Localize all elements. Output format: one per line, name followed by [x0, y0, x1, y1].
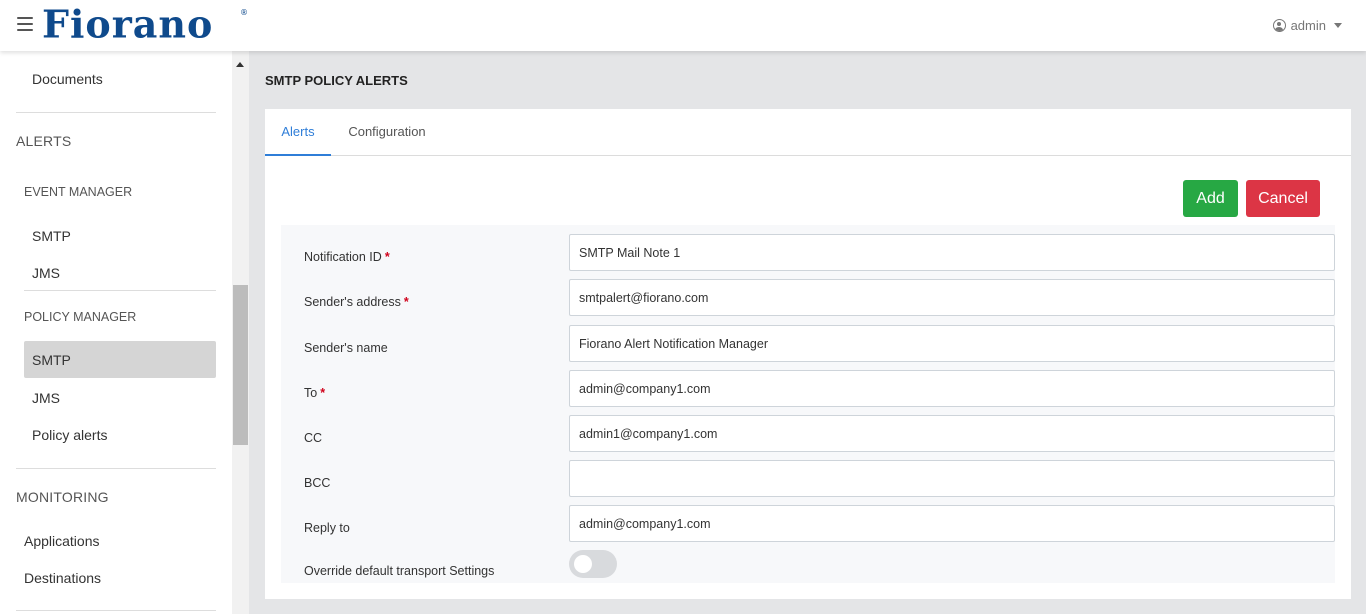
hamburger-menu-icon[interactable]: [17, 17, 33, 31]
sidebar-item-policy-smtp[interactable]: SMTP: [32, 352, 71, 368]
sidebar-item-event-smtp[interactable]: SMTP: [32, 228, 71, 244]
sender-address-input[interactable]: [569, 279, 1335, 316]
sidebar-item-policy-jms[interactable]: JMS: [32, 390, 60, 406]
required-marker: *: [384, 250, 390, 264]
bcc-label: BCC: [304, 476, 331, 490]
sender-name-input[interactable]: [569, 325, 1335, 362]
reply-to-label: Reply to: [304, 521, 350, 535]
sidebar-divider: [24, 290, 216, 291]
tab-configuration[interactable]: Configuration: [331, 109, 443, 156]
alerts-card: Alerts Configuration Add Cancel Notifica…: [265, 109, 1351, 599]
required-marker: *: [320, 386, 326, 400]
scrollbar-thumb[interactable]: [233, 285, 248, 445]
sidebar-item-policy-alerts[interactable]: Policy alerts: [32, 427, 107, 443]
cc-input[interactable]: [569, 415, 1335, 452]
bcc-input[interactable]: [569, 460, 1335, 497]
to-label: To *: [304, 386, 326, 400]
sidebar: Documents ALERTS EVENT MANAGER SMTP JMS …: [0, 51, 232, 614]
scroll-up-arrow-icon[interactable]: [236, 62, 244, 67]
sender-name-label: Sender's name: [304, 341, 388, 355]
sidebar-item-destinations[interactable]: Destinations: [24, 570, 101, 586]
sidebar-group-policy-manager: POLICY MANAGER: [24, 310, 137, 324]
user-circle-icon: [1272, 19, 1286, 32]
sidebar-divider: [16, 112, 216, 113]
override-transport-toggle[interactable]: [569, 550, 617, 578]
required-marker: *: [403, 295, 409, 309]
notification-id-input[interactable]: [569, 234, 1335, 271]
cc-label: CC: [304, 431, 323, 445]
add-button[interactable]: Add: [1183, 180, 1238, 217]
page-title: SMTP POLICY ALERTS: [265, 73, 408, 88]
fiorano-logo[interactable]: Fiorano: [42, 2, 213, 46]
user-menu[interactable]: admin: [1272, 18, 1342, 33]
sidebar-item-event-jms[interactable]: JMS: [32, 265, 60, 281]
sidebar-item-documents[interactable]: Documents: [32, 71, 103, 87]
sidebar-section-monitoring: MONITORING: [16, 489, 109, 505]
smtp-alert-form: Notification ID* Sender's address* Sende…: [281, 225, 1335, 583]
sidebar-section-alerts: ALERTS: [16, 133, 72, 149]
toggle-knob: [574, 555, 592, 573]
to-input[interactable]: [569, 370, 1335, 407]
top-bar: Fiorano ® admin: [0, 0, 1366, 51]
sidebar-divider: [16, 468, 216, 469]
tab-alerts[interactable]: Alerts: [265, 109, 331, 156]
sidebar-item-applications[interactable]: Applications: [24, 533, 100, 549]
tab-bar: Alerts Configuration: [265, 109, 1351, 156]
registered-mark: ®: [240, 8, 248, 17]
user-name: admin: [1290, 18, 1326, 33]
caret-down-icon: [1334, 23, 1342, 28]
sidebar-divider: [16, 610, 216, 611]
sender-address-label: Sender's address *: [304, 295, 409, 309]
notification-id-label: Notification ID *: [304, 250, 390, 264]
cancel-button[interactable]: Cancel: [1246, 180, 1320, 217]
sidebar-group-event-manager: EVENT MANAGER: [24, 185, 133, 199]
override-transport-label: Override default transport Settings: [304, 564, 495, 578]
sidebar-scrollbar[interactable]: [232, 51, 249, 614]
reply-to-input[interactable]: [569, 505, 1335, 542]
